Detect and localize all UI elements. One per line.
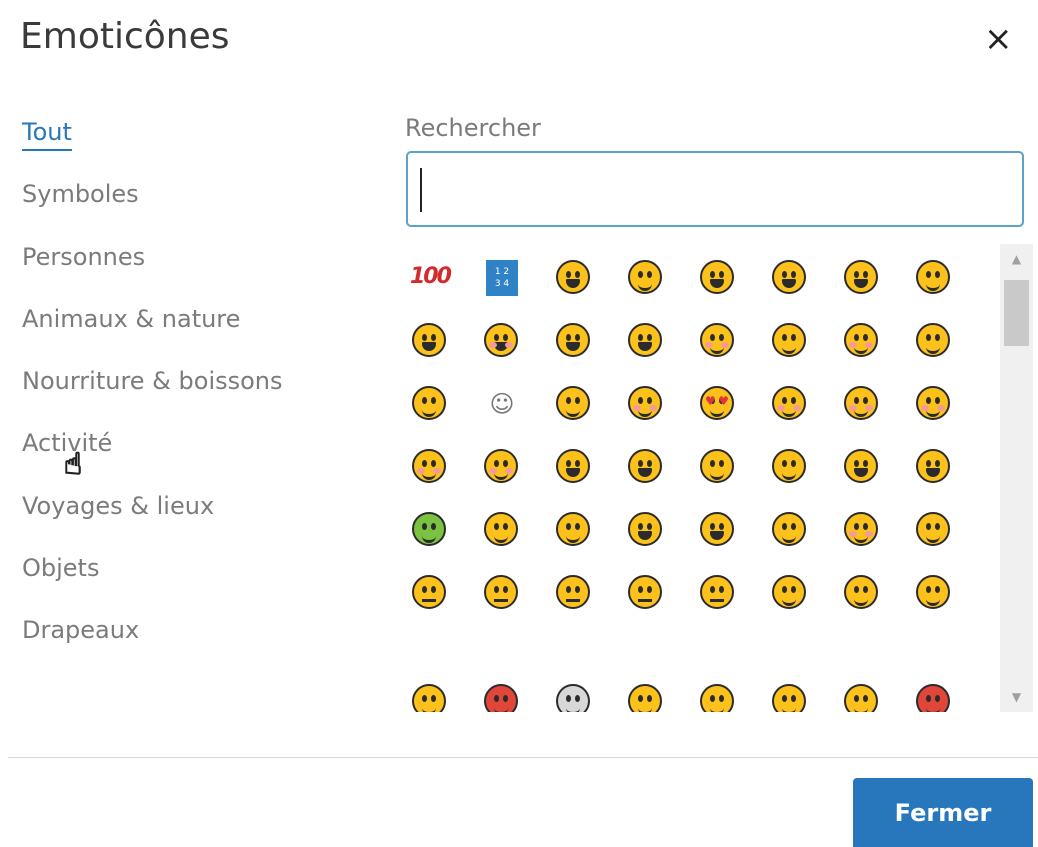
slightly-smiling-face-icon[interactable] (914, 321, 954, 361)
kissing-face-icon[interactable] (914, 384, 954, 424)
face-hand-over-mouth-icon[interactable] (914, 573, 954, 613)
face-with-tongue-icon[interactable] (914, 447, 954, 487)
face-with-tears-of-joy-icon[interactable] (770, 258, 810, 298)
category-drapeaux[interactable]: Drapeaux (22, 608, 382, 670)
category-label: Tout (22, 118, 72, 151)
smirking-face-icon[interactable] (914, 510, 954, 550)
face-partial-4-icon[interactable] (626, 682, 666, 712)
category-label: Animaux & nature (22, 304, 241, 333)
angry-face-icon[interactable] (482, 682, 522, 712)
grinning-face-icon[interactable] (554, 258, 594, 298)
text-caret (420, 168, 422, 212)
face-with-sweat-icon[interactable] (914, 258, 954, 298)
category-label: Symboles (22, 180, 139, 209)
category-label: Objets (22, 554, 100, 583)
face-without-mouth-icon[interactable] (410, 573, 450, 613)
squinting-tongue-icon[interactable] (842, 447, 882, 487)
category-personnes[interactable]: Personnes (22, 235, 382, 297)
face-with-monocle-icon[interactable] (770, 447, 810, 487)
footer-divider (8, 757, 1038, 758)
heart-eyes-icon[interactable]: ♥ ♥ (698, 384, 738, 424)
face-partial-6-icon[interactable] (770, 682, 810, 712)
category-list: Tout Symboles Personnes Animaux & nature… (22, 110, 382, 671)
category-objets[interactable]: Objets (22, 546, 382, 608)
upside-down-face-icon[interactable] (410, 384, 450, 424)
category-tout[interactable]: Tout (22, 110, 382, 172)
zany-face-icon[interactable] (626, 447, 666, 487)
scrollbar-thumb[interactable] (1004, 280, 1029, 346)
face-raised-eyebrow-icon[interactable] (698, 447, 738, 487)
winking-face-icon[interactable] (770, 321, 810, 361)
rolling-on-the-floor-laughing-icon[interactable] (842, 258, 882, 298)
scroll-up-icon[interactable]: ▲ (1000, 244, 1033, 274)
smiling-face-sunglasses-icon[interactable] (554, 510, 594, 550)
category-label: Nourriture & boissons (22, 367, 283, 396)
search-label: Rechercher (405, 114, 541, 142)
winking-tongue-icon[interactable] (554, 447, 594, 487)
category-nourriture-boissons[interactable]: Nourriture & boissons (22, 359, 382, 421)
unamused-face-icon[interactable] (626, 573, 666, 613)
hugging-face-icon[interactable] (842, 510, 882, 550)
neutral-face-icon[interactable] (482, 573, 522, 613)
category-label: Drapeaux (22, 616, 140, 645)
smiling-face-with-hearts-icon[interactable] (770, 384, 810, 424)
kissing-smiling-eyes-icon[interactable] (410, 447, 450, 487)
face-blowing-kiss-icon[interactable] (842, 384, 882, 424)
nerd-face-icon[interactable] (482, 510, 522, 550)
grimacing-face-icon[interactable] (626, 258, 666, 298)
grinning-face-with-sweat-icon[interactable] (554, 321, 594, 361)
face-savoring-food-icon[interactable] (554, 384, 594, 424)
close-icon[interactable]: × (984, 22, 1013, 56)
confused-face-icon[interactable] (842, 573, 882, 613)
expressionless-face-icon[interactable] (554, 573, 594, 613)
category-voyages-lieux[interactable]: Voyages & lieux (22, 484, 382, 546)
scroll-down-icon[interactable]: ▼ (1000, 682, 1033, 712)
money-mouth-face-icon[interactable] (410, 510, 450, 550)
category-label: Voyages & lieux (22, 491, 215, 520)
category-animaux-nature[interactable]: Animaux & nature (22, 297, 382, 359)
input-numbers-icon[interactable]: 1 23 4 (482, 258, 522, 298)
emoji-scrollbar[interactable]: ▲ ▼ (1000, 244, 1033, 712)
squinting-face-icon[interactable] (626, 321, 666, 361)
grinning-face-smiling-eyes-icon[interactable] (482, 321, 522, 361)
beaming-face-icon[interactable] (698, 258, 738, 298)
search-input[interactable] (406, 151, 1024, 227)
star-struck-icon[interactable] (626, 510, 666, 550)
category-symboles[interactable]: Symboles (22, 172, 382, 234)
face-partial-1-icon[interactable] (410, 682, 450, 712)
category-label: Personnes (22, 242, 146, 271)
smiling-face-smiling-eyes-icon[interactable] (842, 321, 882, 361)
cowboy-hat-face-icon[interactable] (770, 510, 810, 550)
thinking-face-icon[interactable] (770, 573, 810, 613)
skull-face-icon[interactable] (554, 682, 594, 712)
smiling-face-with-halo-icon[interactable] (698, 321, 738, 361)
face-rolling-eyes-icon[interactable] (698, 573, 738, 613)
fermer-button[interactable]: Fermer (853, 778, 1033, 847)
clown-face-icon[interactable] (698, 510, 738, 550)
face-partial-5-icon[interactable] (698, 682, 738, 712)
grinning-face-big-eyes-icon[interactable] (410, 321, 450, 361)
pouting-face-icon[interactable] (914, 682, 954, 712)
white-smiling-face-icon[interactable]: ☺ (482, 384, 522, 424)
relieved-face-icon[interactable] (626, 384, 666, 424)
emoji-grid-viewport: 100 1 23 4 ☺ ♥ ♥ (410, 244, 1000, 712)
hand-pointer-icon: ☝ (63, 447, 83, 482)
face-partial-7-icon[interactable] (842, 682, 882, 712)
kissing-closed-eyes-icon[interactable] (482, 447, 522, 487)
hundred-points-icon[interactable]: 100 (410, 258, 452, 298)
dialog-title: Emoticônes (20, 16, 230, 57)
